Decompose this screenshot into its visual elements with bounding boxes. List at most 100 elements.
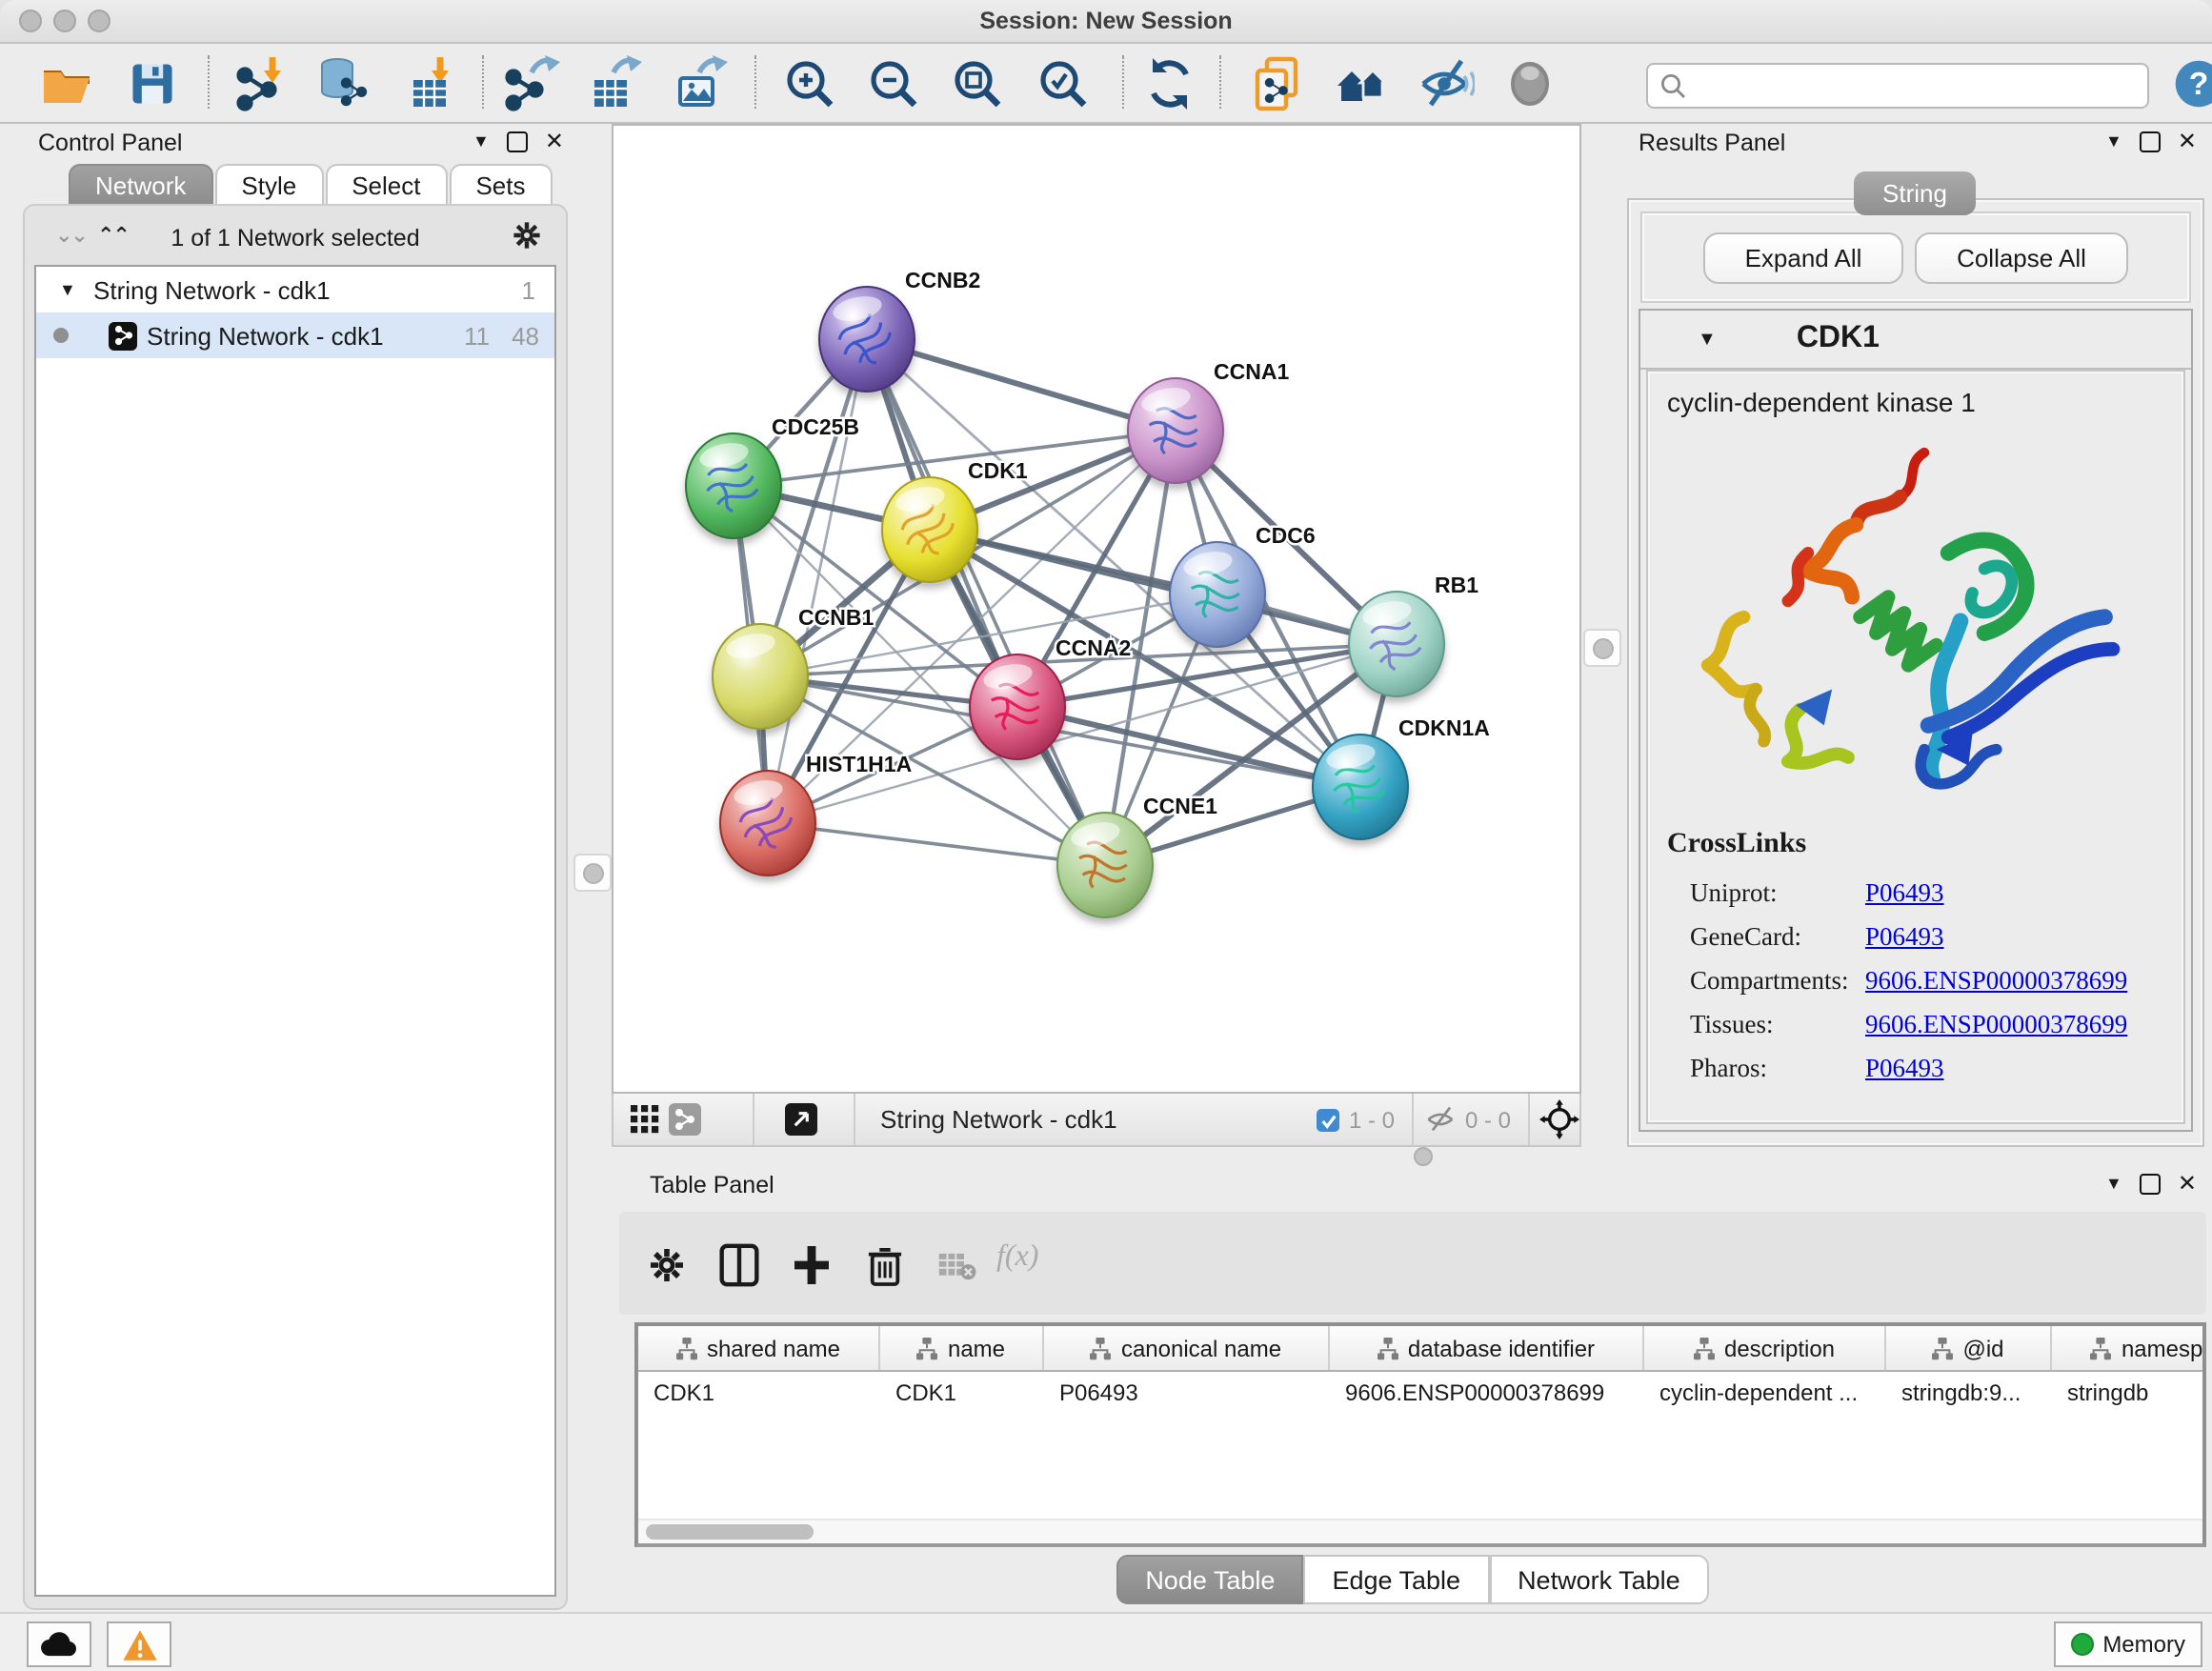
expand-all-button[interactable]: Expand All [1703, 232, 1903, 284]
string-view-icon[interactable] [669, 1103, 701, 1136]
table-horizontal-scrollbar[interactable] [638, 1519, 2202, 1543]
zoom-fit-button[interactable] [947, 53, 1008, 114]
birds-eye-view-icon[interactable] [631, 1105, 659, 1134]
crosslink-link[interactable]: 9606.ENSP00000378699 [1865, 1009, 2127, 1039]
fit-content-crosshair-icon[interactable] [1539, 1099, 1579, 1139]
apply-layout-button[interactable] [1139, 53, 1200, 114]
table-cell[interactable]: cyclin-dependent ... [1644, 1372, 1886, 1412]
string-results-tab[interactable]: String [1854, 171, 1976, 215]
crosslink-link[interactable]: 9606.ENSP00000378699 [1865, 965, 2127, 996]
selected-checkbox-icon[interactable] [1317, 1109, 1339, 1132]
create-column-button[interactable] [783, 1237, 840, 1294]
network-node-HIST1H1A[interactable]: HIST1H1A [719, 752, 912, 882]
network-row-selected[interactable]: String Network - cdk1 11 48 [36, 312, 554, 358]
tab-sets[interactable]: Sets [449, 164, 552, 206]
import-network-database-button[interactable] [312, 53, 373, 114]
show-columns-button[interactable] [711, 1237, 768, 1294]
network-node-CCNB2[interactable]: CCNB2 [818, 268, 980, 398]
panel-close-icon[interactable]: ✕ [545, 130, 564, 152]
crosslink-link[interactable]: P06493 [1865, 921, 1944, 952]
panel-collapse-icon[interactable]: ▼ [473, 132, 490, 150]
import-network-file-button[interactable] [231, 53, 292, 114]
selected-count: 1 - 0 [1349, 1107, 1395, 1134]
network-node-CDK1[interactable]: CDK1 [881, 458, 1028, 589]
panel-float-icon[interactable] [2140, 1173, 2161, 1194]
cloud-status-button[interactable] [27, 1621, 91, 1667]
node-table[interactable]: shared namenamecanonical namedatabase id… [634, 1322, 2206, 1547]
collapse-all-button[interactable]: Collapse All [1915, 232, 2128, 284]
tab-node-table[interactable]: Node Table [1116, 1555, 1303, 1604]
save-session-button[interactable] [122, 53, 183, 114]
network-node-CDC6[interactable]: CDC6 [1169, 523, 1316, 654]
panel-collapse-icon[interactable]: ▼ [2105, 132, 2122, 150]
warnings-button[interactable] [107, 1621, 171, 1667]
zoom-in-icon [781, 55, 838, 112]
function-builder-button-disabled[interactable]: f(x) [996, 1240, 1038, 1275]
panel-float-icon[interactable] [2140, 131, 2161, 151]
network-canvas[interactable]: CCNB2CCNA1CDC25BCDK1CDC6RB1CCNB1CCNA2CDK… [612, 124, 1581, 1094]
help-button[interactable]: ? [2168, 53, 2212, 114]
export-image-button[interactable] [669, 53, 730, 114]
network-options-gear-icon[interactable] [511, 219, 543, 252]
tab-network-table[interactable]: Network Table [1489, 1555, 1709, 1604]
collapse-entry-icon[interactable]: ▼ [1698, 329, 1717, 350]
zoom-in-button[interactable] [779, 53, 840, 114]
column-header-namespace[interactable]: namespace [2052, 1326, 2206, 1370]
column-header-shared-name[interactable]: shared name [638, 1326, 880, 1370]
cdk1-card-header[interactable]: ▼ CDK1 [1640, 311, 2191, 370]
export-table-button[interactable] [583, 53, 644, 114]
zoom-out-button[interactable] [863, 53, 924, 114]
left-splitter-handle[interactable] [573, 854, 612, 892]
memory-button[interactable]: Memory [2053, 1621, 2202, 1667]
table-cell[interactable]: CDK1 [638, 1372, 880, 1412]
table-cell[interactable]: stringdb [2052, 1372, 2206, 1412]
scrollbar-thumb[interactable] [646, 1524, 814, 1540]
table-row[interactable]: CDK1CDK1P064939606.ENSP00000378699cyclin… [638, 1372, 2202, 1412]
network-view-panel: CCNB2CCNA1CDC25BCDK1CDC6RB1CCNB1CCNA2CDK… [612, 124, 1581, 1147]
column-header-name[interactable]: name [880, 1326, 1044, 1370]
network-node-RB1[interactable]: RB1 [1348, 573, 1478, 703]
table-cell[interactable]: 9606.ENSP00000378699 [1330, 1372, 1644, 1412]
table-cell[interactable]: stringdb:9... [1886, 1372, 2052, 1412]
node-label-CCNA2: CCNA2 [1056, 635, 1131, 660]
delete-table-button-disabled[interactable] [928, 1237, 985, 1294]
hide-selected-button[interactable] [1416, 53, 1477, 114]
show-all-button[interactable] [1499, 53, 1560, 114]
delete-column-button[interactable] [855, 1237, 913, 1294]
first-neighbors-button[interactable] [1332, 53, 1393, 114]
crosslink-label: Tissues: [1690, 1009, 1865, 1039]
panel-float-icon[interactable] [507, 131, 528, 151]
network-collection-row[interactable]: ▼ String Network - cdk1 1 [36, 267, 554, 312]
panel-close-icon[interactable]: ✕ [2178, 1172, 2197, 1195]
tab-style[interactable]: Style [214, 164, 323, 206]
eye-slash-icon [1418, 55, 1475, 112]
horizontal-splitter-handle[interactable] [1410, 1147, 1437, 1164]
right-splitter-handle[interactable] [1583, 629, 1621, 667]
column-header-canonical-name[interactable]: canonical name [1044, 1326, 1330, 1370]
search-input[interactable] [1694, 70, 2136, 101]
open-session-button[interactable] [36, 53, 97, 114]
import-table-file-button[interactable] [400, 53, 461, 114]
panel-collapse-icon[interactable]: ▼ [2105, 1175, 2122, 1192]
clone-network-button[interactable] [1246, 53, 1307, 114]
column-header-description[interactable]: description [1644, 1326, 1886, 1370]
panel-close-icon[interactable]: ✕ [2178, 130, 2197, 152]
search-field[interactable] [1646, 63, 2149, 109]
tab-network[interactable]: Network [69, 164, 212, 206]
network-graph[interactable]: CCNB2CCNA1CDC25BCDK1CDC6RB1CCNB1CCNA2CDK… [613, 126, 1579, 1092]
table-options-button[interactable] [638, 1237, 695, 1294]
open-in-window-icon[interactable] [785, 1103, 817, 1136]
export-network-button[interactable] [501, 53, 562, 114]
network-node-CDKN1A[interactable]: CDKN1A [1312, 715, 1490, 846]
crosslink-link[interactable]: P06493 [1865, 877, 1944, 908]
column-header-database-identifier[interactable]: database identifier [1330, 1326, 1644, 1370]
crosslink-link[interactable]: P06493 [1865, 1053, 1944, 1083]
table-cell[interactable]: CDK1 [880, 1372, 1044, 1412]
tab-edge-table[interactable]: Edge Table [1303, 1555, 1489, 1604]
table-cell[interactable]: P06493 [1044, 1372, 1330, 1412]
network-node-CCNA1[interactable]: CCNA1 [1127, 359, 1289, 490]
tree-expand-icon[interactable]: ▼ [59, 280, 76, 299]
tab-select[interactable]: Select [325, 164, 447, 206]
zoom-selected-button[interactable] [1033, 53, 1094, 114]
column-header-@id[interactable]: @id [1886, 1326, 2052, 1370]
